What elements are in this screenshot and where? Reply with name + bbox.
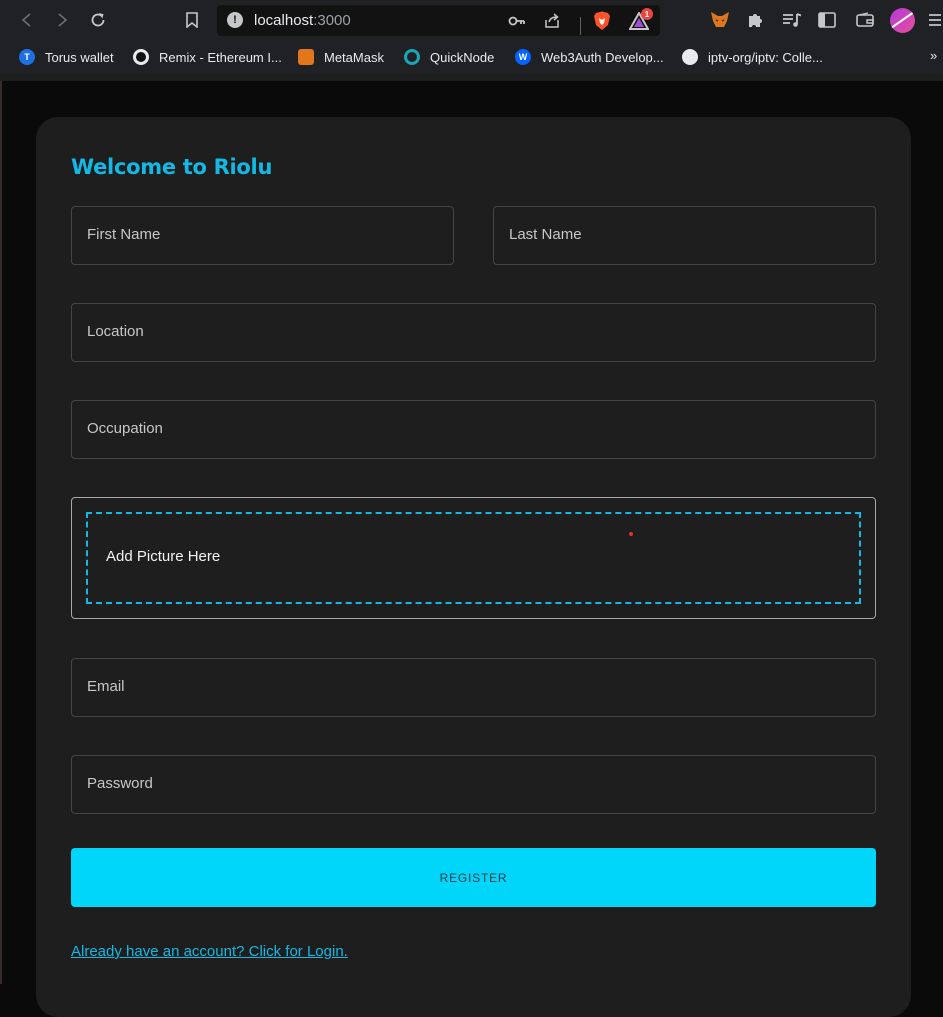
occupation-label: Occupation — [87, 420, 163, 437]
brave-shields-icon[interactable] — [592, 11, 612, 31]
email-field[interactable]: Email — [71, 658, 876, 717]
window-edge — [0, 81, 2, 984]
occupation-field[interactable]: Occupation — [71, 400, 876, 459]
forward-icon[interactable] — [50, 8, 74, 32]
sidebar-toggle-icon[interactable] — [815, 8, 839, 32]
quicknode-icon — [404, 49, 420, 65]
rewards-badge: 1 — [641, 8, 653, 20]
bookmark-item[interactable]: W Web3Auth Develop... — [515, 47, 664, 67]
back-icon[interactable] — [15, 8, 39, 32]
menu-icon[interactable] — [928, 8, 942, 32]
first-name-label: First Name — [87, 226, 161, 243]
cursor-dot — [629, 532, 633, 536]
brave-rewards-icon[interactable]: 1 — [629, 8, 653, 31]
web3auth-icon: W — [515, 49, 531, 65]
github-icon — [682, 49, 698, 65]
site-info-icon[interactable]: ! — [227, 12, 243, 28]
register-button[interactable]: REGISTER — [71, 848, 876, 907]
password-field[interactable]: Password — [71, 755, 876, 814]
first-name-field[interactable]: First Name — [71, 206, 454, 265]
login-link[interactable]: Already have an account? Click for Login… — [71, 943, 348, 960]
bookmark-item[interactable]: QuickNode — [404, 47, 494, 67]
extensions-puzzle-icon[interactable] — [744, 8, 768, 32]
location-label: Location — [87, 323, 144, 340]
bookmark-item[interactable]: T Torus wallet — [19, 47, 114, 67]
page-title: Welcome to Riolu — [71, 155, 273, 179]
picture-upload-box: Add Picture Here — [71, 497, 876, 619]
register-card: Welcome to Riolu First Name Last Name Lo… — [36, 117, 911, 1017]
last-name-label: Last Name — [509, 226, 582, 243]
bookmark-item[interactable]: Remix - Ethereum I... — [133, 47, 282, 67]
picture-dropzone[interactable]: Add Picture Here — [86, 512, 861, 604]
password-key-icon[interactable] — [507, 11, 527, 31]
media-controls-icon[interactable] — [780, 8, 804, 32]
metamask-extension-icon[interactable] — [708, 8, 732, 32]
address-bar[interactable]: ! localhost:3000 1 — [217, 5, 660, 36]
chrome-divider — [0, 73, 943, 81]
url-text[interactable]: localhost:3000 — [254, 12, 351, 29]
bookmark-page-icon[interactable] — [180, 8, 204, 32]
reload-icon[interactable] — [86, 8, 110, 32]
picture-dropzone-label: Add Picture Here — [106, 548, 221, 565]
remix-icon — [133, 49, 149, 65]
metamask-fox-icon — [298, 49, 314, 65]
bookmarks-bar: T Torus wallet Remix - Ethereum I... Met… — [0, 41, 943, 73]
email-label: Email — [87, 678, 125, 695]
torus-icon: T — [19, 49, 35, 65]
last-name-field[interactable]: Last Name — [493, 206, 876, 265]
profile-avatar-icon[interactable] — [890, 8, 915, 33]
bookmark-item[interactable]: iptv-org/iptv: Colle... — [682, 47, 823, 67]
password-label: Password — [87, 775, 153, 792]
page-viewport: Welcome to Riolu First Name Last Name Lo… — [0, 81, 943, 1017]
browser-toolbar: ! localhost:3000 1 — [0, 0, 943, 41]
url-separator — [580, 17, 581, 35]
share-icon[interactable] — [542, 11, 562, 31]
bookmark-item[interactable]: MetaMask — [298, 47, 384, 67]
wallet-icon[interactable] — [853, 8, 877, 32]
location-field[interactable]: Location — [71, 303, 876, 362]
more-bookmarks-button[interactable]: » — [930, 48, 937, 63]
